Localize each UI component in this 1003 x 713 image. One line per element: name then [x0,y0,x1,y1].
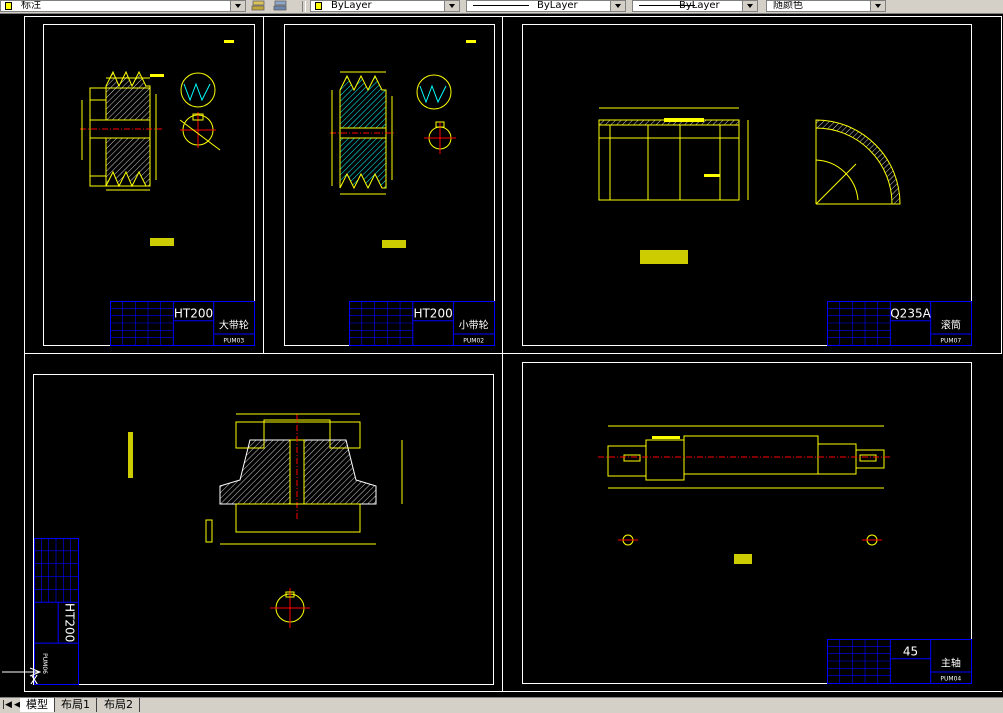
lineweight-control-dropdown[interactable]: ByLayer [632,0,758,12]
title-block: 45 主轴 PUM04 [827,639,972,684]
chevron-down-icon[interactable] [230,1,245,11]
chevron-down-icon[interactable] [444,1,459,11]
tab-model[interactable]: 模型 [20,698,55,712]
toolbar-separator [302,1,306,12]
chevron-down-icon[interactable] [870,1,885,11]
properties-toolbar: 标注 ByLayer ByLayer ByLayer 随颜色 [0,0,1003,14]
drum-drawing [598,107,901,264]
tab-layout2[interactable]: 布局2 [98,698,140,712]
drawing-number-label: PUM07 [940,337,961,344]
material-label: 45 [903,644,918,658]
layer-previous-icon[interactable] [272,0,290,12]
part-name-label: 大带轮 [219,318,249,331]
material-label: HT200 [63,603,77,642]
shaft-drawing [598,425,892,564]
chevron-down-icon[interactable] [610,1,625,11]
part-name-label: 主轴 [941,656,961,669]
small-pulley-drawing [330,40,476,248]
title-block: HT200 大带轮 PUM03 [110,301,255,346]
title-block: HT200 PUM06 [34,538,79,685]
plot-style-dropdown[interactable]: 随颜色 [766,0,886,12]
chevron-down-icon[interactable] [742,1,757,11]
viewport-frames [24,16,1002,692]
material-label: Q235A [890,306,931,320]
title-block: HT200 小带轮 PUM02 [349,301,495,346]
base-drawing [128,413,403,628]
title-block: Q235A 滚筒 PUM07 [827,301,972,346]
drawing-number-label: PUM02 [463,337,484,344]
drawing-canvas[interactable]: HT200 大带轮 PUM03 HT200 小带轮 PUM02 Q235A 滚筒 PUM07 HT… [0,14,1003,697]
drawing-number-label: PUM04 [940,675,961,682]
color-control-dropdown[interactable]: ByLayer [310,0,460,12]
material-label: HT200 [174,306,213,320]
tab-scroll-first-icon[interactable]: |◀ [2,699,12,711]
text-style-icon [5,2,12,10]
linetype-sample [473,5,529,6]
drawing-number-label: PUM03 [223,337,244,344]
layout-tab-bar: |◀ ◀ 模型 布局1 布局2 [0,697,1003,713]
drawing-number-label: PUM06 [41,653,48,674]
linetype-control-dropdown[interactable]: ByLayer [466,0,626,12]
part-name-label: 滚筒 [941,318,961,331]
part-name-label: 小带轮 [459,318,489,331]
tab-layout1[interactable]: 布局1 [55,698,97,712]
text-style-dropdown[interactable]: 标注 [0,0,246,12]
layer-states-icon[interactable] [250,0,268,12]
big-pulley-drawing [80,40,234,246]
svg-text:X: X [30,673,38,687]
material-label: HT200 [413,306,452,320]
color-swatch-icon [315,2,322,10]
